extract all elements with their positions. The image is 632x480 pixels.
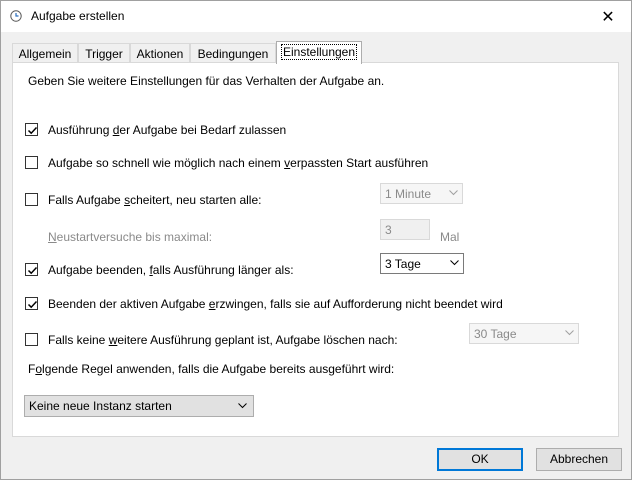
restart-interval-dropdown[interactable]: 1 Minute <box>380 183 463 204</box>
tab-einstellungen[interactable]: Einstellungen <box>276 41 362 64</box>
checkbox-restart-on-failure[interactable] <box>25 193 38 206</box>
label-max-restart-attempts: Neustartversuche bis maximal: <box>48 230 213 244</box>
panel-description: Geben Sie weitere Einstellungen für das … <box>28 74 385 88</box>
restart-attempts-unit: Mal <box>440 230 460 244</box>
tab-label: Trigger <box>85 47 123 61</box>
tab-label: Einstellungen <box>280 44 358 60</box>
label-stop-if-runs-longer[interactable]: Aufgabe beenden, falls Ausführung länger… <box>48 263 294 277</box>
tab-bedingungen[interactable]: Bedingungen <box>190 43 276 62</box>
tab-label: Bedingungen <box>197 47 269 61</box>
restart-attempts-input[interactable]: 3 <box>380 219 430 240</box>
checkmark-icon <box>27 300 38 309</box>
chevron-down-icon <box>450 260 459 266</box>
tab-label: Allgemein <box>18 47 72 61</box>
restart-interval-value: 1 Minute <box>385 187 432 201</box>
tab-allgemein[interactable]: Allgemein <box>12 43 78 62</box>
window-title: Aufgabe erstellen <box>31 9 125 23</box>
restart-attempts-value: 3 <box>385 223 392 237</box>
chevron-down-icon <box>238 403 247 409</box>
settings-panel: Geben Sie weitere Einstellungen für das … <box>12 62 619 437</box>
close-button[interactable]: ✕ <box>585 1 631 32</box>
checkbox-delete-if-not-scheduled[interactable] <box>25 333 38 346</box>
checkbox-allow-on-demand[interactable] <box>25 123 38 136</box>
label-force-stop[interactable]: Beenden der aktiven Aufgabe erzwingen, f… <box>48 297 503 311</box>
delete-delay-value: 30 Tage <box>474 327 517 341</box>
clock-icon <box>10 10 22 22</box>
stop-duration-value: 3 Tage <box>385 257 421 271</box>
dialog-window: Aufgabe erstellen ✕ Allgemein Trigger Ak… <box>0 0 632 480</box>
ok-button[interactable]: OK <box>437 448 523 471</box>
stop-duration-dropdown[interactable]: 3 Tage <box>380 253 464 274</box>
checkbox-force-stop[interactable] <box>25 297 38 310</box>
close-icon: ✕ <box>601 8 615 26</box>
checkmark-icon <box>27 126 38 135</box>
label-restart-on-failure[interactable]: Falls Aufgabe scheitert, neu starten all… <box>48 193 261 207</box>
title-bar: Aufgabe erstellen ✕ <box>1 1 631 32</box>
checkbox-stop-if-runs-longer[interactable] <box>25 263 38 276</box>
delete-delay-dropdown[interactable]: 30 Tage <box>469 323 579 344</box>
cancel-button[interactable]: Abbrechen <box>536 448 622 471</box>
tab-trigger[interactable]: Trigger <box>78 43 130 62</box>
running-instance-rule-value: Keine neue Instanz starten <box>29 399 172 413</box>
checkbox-run-after-missed-start[interactable] <box>25 156 38 169</box>
chevron-down-icon <box>449 190 458 196</box>
tab-aktionen[interactable]: Aktionen <box>130 43 190 62</box>
checkmark-icon <box>27 266 38 275</box>
label-delete-if-not-scheduled[interactable]: Falls keine weitere Ausführung geplant i… <box>48 333 398 347</box>
tab-label: Aktionen <box>136 47 184 61</box>
label-allow-on-demand[interactable]: Ausführung der Aufgabe bei Bedarf zulass… <box>48 123 286 137</box>
chevron-down-icon <box>565 330 574 336</box>
running-instance-rule-dropdown[interactable]: Keine neue Instanz starten <box>24 395 254 417</box>
label-run-after-missed-start[interactable]: Aufgabe so schnell wie möglich nach eine… <box>48 156 428 170</box>
label-running-instance-rule: Folgende Regel anwenden, falls die Aufga… <box>28 362 395 376</box>
